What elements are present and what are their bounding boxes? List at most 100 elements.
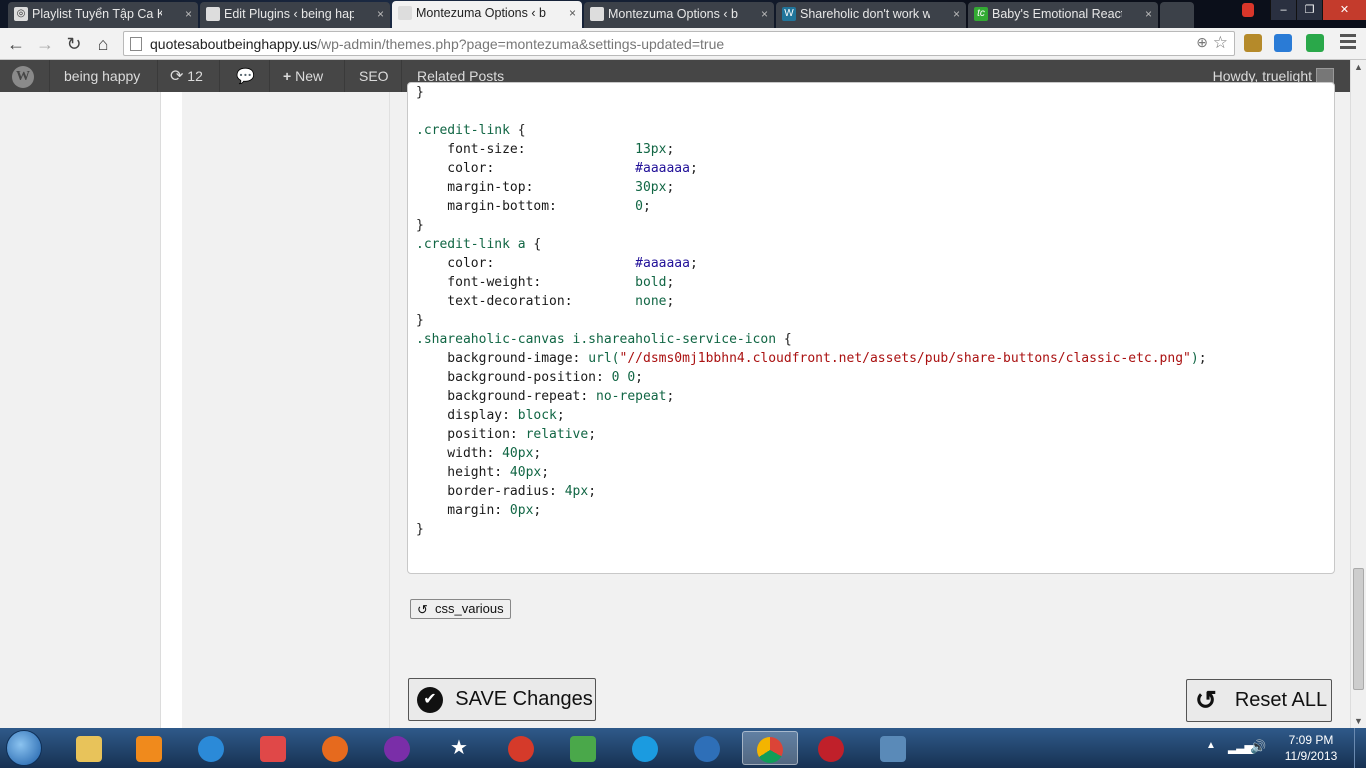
site-name: being happy: [64, 68, 141, 84]
wp-logo-menu[interactable]: W: [0, 60, 50, 92]
app-icon[interactable]: [248, 731, 298, 765]
close-icon[interactable]: ×: [1145, 2, 1152, 26]
scroll-down-icon[interactable]: ▼: [1354, 716, 1363, 726]
css-code-editor[interactable]: } .credit-link { font-size: 13px; color:…: [407, 82, 1335, 574]
globe-icon: ◎: [14, 7, 28, 21]
show-desktop-button[interactable]: [1354, 728, 1366, 768]
tc-icon: tc: [974, 7, 988, 21]
code-line: }: [416, 85, 424, 100]
address-bar[interactable]: quotesaboutbeinghappy.us/wp-admin/themes…: [123, 31, 1235, 56]
tab-label: Baby's Emotional Reactio: [992, 7, 1122, 21]
code-content[interactable]: } .credit-link { font-size: 13px; color:…: [416, 83, 1207, 539]
page-body: } .credit-link { font-size: 13px; color:…: [0, 82, 1350, 728]
window-controls: – ❐ ✕: [1270, 0, 1366, 20]
reload-icon[interactable]: ↻: [62, 32, 86, 56]
tab-label: Shareholic don't work wit: [800, 7, 930, 21]
close-icon[interactable]: ×: [377, 2, 384, 26]
minimize-icon[interactable]: –: [1270, 0, 1296, 20]
media-player-icon[interactable]: [124, 731, 174, 765]
url-text[interactable]: quotesaboutbeinghappy.us/wp-admin/themes…: [150, 36, 724, 52]
close-window-icon[interactable]: ✕: [1322, 0, 1366, 20]
close-icon[interactable]: ×: [185, 2, 192, 26]
extension-icon[interactable]: [1274, 34, 1292, 52]
ninja-app-icon[interactable]: [806, 731, 856, 765]
firefox-icon[interactable]: [310, 731, 360, 765]
browser-tab[interactable]: Edit Plugins ‹ being happy ×: [200, 2, 390, 28]
extension-icon[interactable]: [1242, 3, 1254, 17]
code-line: .credit-link {: [416, 123, 526, 138]
new-tab-button[interactable]: [1160, 2, 1194, 28]
ccleaner-icon[interactable]: [496, 731, 546, 765]
restore-icon[interactable]: ❐: [1296, 0, 1322, 20]
tab-label: Montezuma Options ‹ bei: [416, 6, 546, 20]
site-name-link[interactable]: being happy: [50, 60, 158, 92]
code-line: .credit-link a {: [416, 237, 542, 252]
windows-taskbar: ★ ▲ ▂▃▅ 🔊 7:09 PM 11/9/2013: [0, 728, 1366, 768]
zoom-icon[interactable]: ⊕: [1196, 34, 1208, 51]
plus-icon: +: [283, 68, 292, 84]
checkmark-icon: ✔: [417, 687, 443, 713]
page-icon: [590, 7, 604, 21]
start-button-icon[interactable]: [6, 730, 42, 766]
window-app-icon[interactable]: [868, 731, 918, 765]
scrollbar-thumb[interactable]: [1353, 568, 1364, 690]
code-line: }: [416, 313, 424, 328]
scroll-up-icon[interactable]: ▲: [1354, 62, 1363, 72]
undo-icon: ↺: [417, 602, 428, 617]
code-line: text-decoration: none;: [416, 294, 675, 309]
vertical-scrollbar[interactable]: ▲ ▼: [1350, 60, 1366, 728]
wordpress-icon: W: [782, 7, 796, 21]
extension-icon[interactable]: [1306, 34, 1324, 52]
close-icon[interactable]: ×: [761, 2, 768, 26]
code-line: .shareaholic-canvas i.shareaholic-servic…: [416, 332, 792, 347]
explorer-icon[interactable]: [64, 731, 114, 765]
code-line: margin-bottom: 0;: [416, 199, 651, 214]
seo-link[interactable]: SEO: [345, 60, 402, 92]
internet-explorer-icon[interactable]: [186, 731, 236, 765]
refresh-icon: ⟳: [170, 68, 184, 85]
revert-css-various-button[interactable]: ↺ css_various: [410, 599, 511, 619]
options-sidebar: [160, 92, 182, 728]
chrome-icon[interactable]: [742, 731, 798, 765]
show-hidden-icons-icon[interactable]: ▲: [1206, 740, 1216, 751]
yahoo-messenger-icon[interactable]: [372, 731, 422, 765]
undo-icon: ↺: [1195, 685, 1217, 715]
new-content-link[interactable]: + New: [270, 60, 345, 92]
menu-icon[interactable]: [1340, 34, 1356, 52]
updates-link[interactable]: ⟳ 12: [158, 60, 220, 92]
code-line: display: block;: [416, 408, 565, 423]
code-line: width: 40px;: [416, 446, 542, 461]
network-signal-icon[interactable]: ▂▃▅: [1228, 740, 1254, 754]
code-line: color: #aaaaaa;: [416, 256, 698, 271]
code-line: }: [416, 522, 424, 537]
yu-app-icon[interactable]: [682, 731, 732, 765]
close-icon[interactable]: ×: [569, 1, 576, 25]
forward-arrow-icon[interactable]: →: [33, 32, 57, 56]
url-host: quotesaboutbeinghappy.us: [150, 36, 318, 52]
star-app-icon[interactable]: ★: [434, 731, 484, 765]
extension-icon[interactable]: [1244, 34, 1262, 52]
browser-tab[interactable]: ◎ Playlist Tuyển Tập Ca Khú ×: [8, 2, 198, 28]
volume-icon[interactable]: 🔊: [1250, 739, 1266, 755]
comments-link[interactable]: 💬: [220, 60, 270, 92]
bookmark-star-icon[interactable]: ☆: [1213, 33, 1228, 53]
options-subnav: [182, 92, 390, 728]
new-label: New: [295, 68, 324, 84]
home-icon[interactable]: ⌂: [91, 32, 115, 56]
page-icon: [130, 37, 142, 51]
code-line: margin: 0px;: [416, 503, 542, 518]
browser-tab[interactable]: tc Baby's Emotional Reactio ×: [968, 2, 1158, 28]
close-icon[interactable]: ×: [953, 2, 960, 26]
code-line: font-size: 13px;: [416, 142, 675, 157]
code-line: margin-top: 30px;: [416, 180, 675, 195]
browser-tab-active[interactable]: Montezuma Options ‹ bei ×: [392, 1, 582, 29]
browser-tab[interactable]: W Shareholic don't work wit ×: [776, 2, 966, 28]
comment-bubble-icon: 💬: [236, 68, 255, 85]
c-app-icon[interactable]: [620, 731, 670, 765]
reset-all-button[interactable]: ↺ Reset ALL: [1186, 679, 1332, 722]
clock[interactable]: 7:09 PM 11/9/2013: [1276, 732, 1346, 764]
back-arrow-icon[interactable]: ←: [4, 32, 28, 56]
browser-tab[interactable]: Montezuma Options ‹ bei ×: [584, 2, 774, 28]
save-changes-button[interactable]: ✔ SAVE Changes: [408, 678, 596, 721]
lab-tubes-icon[interactable]: [558, 731, 608, 765]
